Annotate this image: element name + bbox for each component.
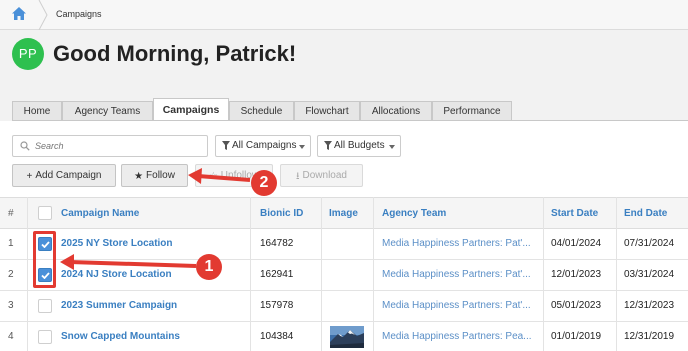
tab-campaigns[interactable]: Campaigns	[153, 98, 229, 121]
campaigns-filter-label: All Campaigns	[232, 140, 297, 151]
tab-flowchart[interactable]: Flowchart	[294, 101, 360, 121]
table-row[interactable]: 4 Snow Capped Mountains 104384 Media Hap…	[0, 322, 688, 351]
tab-allocations[interactable]: Allocations	[360, 101, 432, 121]
add-campaign-label: Add Campaign	[35, 170, 102, 181]
row-number: 4	[8, 331, 14, 342]
select-all-checkbox[interactable]	[38, 206, 52, 220]
end-date: 03/31/2024	[624, 269, 675, 280]
chevron-down-icon	[389, 145, 395, 149]
column-header-end-date[interactable]: End Date	[624, 198, 684, 228]
row-number: 3	[8, 300, 14, 311]
plus-icon: +	[26, 171, 33, 182]
campaign-name-link[interactable]: 2025 NY Store Location	[61, 229, 251, 259]
tab-schedule[interactable]: Schedule	[229, 101, 294, 121]
filter-icon	[222, 140, 230, 150]
table-row[interactable]: 2 2024 NJ Store Location 162941 Media Ha…	[0, 260, 688, 291]
row-checkbox[interactable]	[38, 330, 52, 344]
column-header-image[interactable]: Image	[329, 198, 369, 228]
column-divider	[250, 197, 251, 351]
breadcrumb-separator-icon	[38, 0, 48, 30]
bionic-id: 157978	[260, 300, 294, 311]
search-input[interactable]	[35, 138, 203, 154]
mountain-image-icon	[330, 326, 364, 348]
follow-button[interactable]: ★ Follow	[121, 164, 188, 187]
chevron-down-icon	[299, 145, 305, 149]
agency-team-link[interactable]: Media Happiness Partners: Pat'...	[382, 260, 534, 290]
column-divider	[373, 197, 374, 351]
column-header-campaign-name[interactable]: Campaign Name	[61, 198, 241, 228]
tab-home[interactable]: Home	[12, 101, 62, 121]
download-icon: ⭳	[296, 171, 300, 182]
column-header-start-date[interactable]: Start Date	[551, 198, 611, 228]
column-header-num: #	[8, 208, 14, 219]
start-date: 04/01/2024	[551, 238, 602, 249]
home-button[interactable]	[0, 0, 40, 30]
tab-performance[interactable]: Performance	[432, 101, 512, 121]
filter-icon	[324, 140, 332, 150]
end-date: 12/31/2023	[624, 300, 675, 311]
column-divider	[321, 197, 322, 351]
table-header-row: # Campaign Name Bionic ID Image Agency T…	[0, 197, 688, 229]
agency-team-link[interactable]: Media Happiness Partners: Pea...	[382, 322, 534, 351]
row-checkbox[interactable]	[38, 299, 52, 313]
column-header-agency-team[interactable]: Agency Team	[382, 198, 532, 228]
search-icon	[20, 141, 30, 151]
bionic-id: 164782	[260, 238, 294, 249]
budgets-filter-dropdown[interactable]: All Budgets	[317, 135, 401, 157]
table-row[interactable]: 1 2025 NY Store Location 164782 Media Ha…	[0, 229, 688, 260]
column-header-bionic-id[interactable]: Bionic ID	[260, 198, 320, 228]
campaign-name-link[interactable]: 2024 NJ Store Location	[61, 260, 251, 290]
agency-team-link[interactable]: Media Happiness Partners: Pat'...	[382, 291, 534, 321]
row-number: 1	[8, 238, 14, 249]
campaigns-filter-dropdown[interactable]: All Campaigns	[215, 135, 311, 157]
campaign-name-link[interactable]: Snow Capped Mountains	[61, 322, 251, 351]
follow-label: Follow	[146, 170, 175, 181]
end-date: 12/31/2019	[624, 331, 675, 342]
breadcrumb: Campaigns	[0, 0, 688, 30]
mountain-thumbnail[interactable]	[330, 326, 364, 348]
bionic-id: 104384	[260, 331, 294, 342]
start-date: 12/01/2023	[551, 269, 602, 280]
row-number: 2	[8, 269, 14, 280]
checkbox-highlight-box	[33, 231, 56, 288]
tab-agency-teams[interactable]: Agency Teams	[62, 101, 153, 121]
start-date: 05/01/2023	[551, 300, 602, 311]
end-date: 07/31/2024	[624, 238, 675, 249]
breadcrumb-current: Campaigns	[56, 9, 102, 19]
search-box[interactable]	[12, 135, 208, 157]
star-outline-icon: ☆	[208, 171, 218, 182]
download-label: Download	[302, 170, 347, 181]
bionic-id: 162941	[260, 269, 294, 280]
step-1-callout: 1	[196, 254, 222, 280]
download-button[interactable]: ⭳ Download	[280, 164, 363, 187]
home-icon	[12, 7, 26, 20]
campaign-name-link[interactable]: 2023 Summer Campaign	[61, 291, 251, 321]
agency-team-link[interactable]: Media Happiness Partners: Pat'...	[382, 229, 534, 259]
table-row[interactable]: 3 2023 Summer Campaign 157978 Media Happ…	[0, 291, 688, 322]
column-divider	[27, 197, 28, 351]
start-date: 01/01/2019	[551, 331, 602, 342]
add-campaign-button[interactable]: + Add Campaign	[12, 164, 116, 187]
avatar[interactable]: PP	[12, 38, 44, 70]
column-divider	[616, 197, 617, 351]
campaigns-table: # Campaign Name Bionic ID Image Agency T…	[0, 197, 688, 351]
star-icon: ★	[134, 171, 144, 182]
column-divider	[543, 197, 544, 351]
step-2-callout: 2	[251, 170, 277, 196]
page-title: Good Morning, Patrick!	[53, 41, 297, 66]
budgets-filter-label: All Budgets	[334, 140, 385, 151]
